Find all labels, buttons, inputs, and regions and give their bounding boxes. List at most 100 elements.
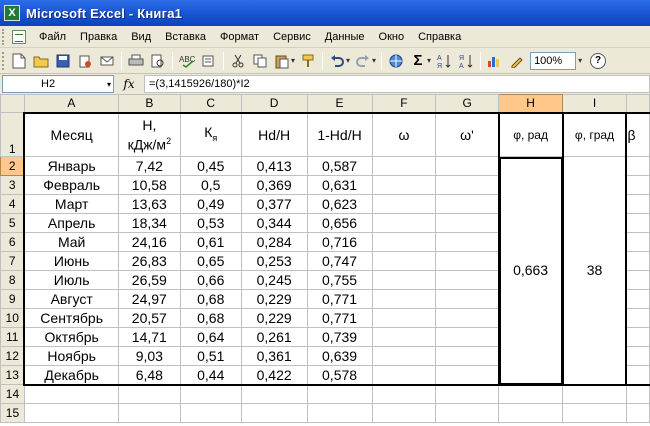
insert-function-icon[interactable]: fx — [114, 77, 144, 91]
cell-omega[interactable] — [371, 194, 437, 214]
row-header-8[interactable]: 8 — [0, 270, 25, 290]
menu-data[interactable]: Данные — [318, 27, 372, 47]
cell-hd-h[interactable]: 0,229 — [240, 308, 308, 328]
autosum-dropdown-icon[interactable]: ▾ — [427, 56, 431, 65]
cell-beta[interactable] — [625, 213, 650, 233]
row-header-9[interactable]: 9 — [0, 289, 25, 309]
cell-beta[interactable] — [625, 327, 650, 347]
cell-hd-h[interactable]: 0,422 — [240, 365, 308, 386]
row-header-4[interactable]: 4 — [0, 194, 25, 214]
cell-k[interactable]: 0,45 — [179, 156, 242, 176]
row-header-13[interactable]: 13 — [0, 365, 25, 385]
cell-1-hd-h[interactable]: 0,739 — [306, 327, 373, 347]
cell-beta[interactable] — [625, 251, 650, 271]
menu-insert[interactable]: Вставка — [158, 27, 213, 47]
cell-beta[interactable] — [625, 308, 650, 328]
cell-h[interactable]: 24,16 — [117, 232, 181, 252]
cell-1-hd-h[interactable]: 0,755 — [306, 270, 373, 290]
cell-1-hd-h[interactable]: 0,747 — [306, 251, 373, 271]
cell-omega-prime[interactable] — [435, 365, 500, 386]
column-header-i[interactable]: I — [562, 94, 627, 113]
cell-beta[interactable] — [625, 232, 650, 252]
cell-omega-prime[interactable] — [435, 251, 500, 271]
cell-h[interactable]: 14,71 — [117, 327, 181, 347]
cell-omega[interactable] — [371, 251, 437, 271]
cell[interactable] — [117, 384, 181, 404]
cell-omega[interactable] — [371, 327, 437, 347]
cell-omega-prime[interactable] — [435, 156, 500, 176]
cell-month[interactable]: Сентябрь — [23, 308, 119, 328]
cell-omega[interactable] — [371, 232, 437, 252]
cell[interactable] — [179, 384, 242, 404]
cell-hd-h[interactable]: 0,413 — [240, 156, 308, 176]
cell[interactable] — [179, 403, 242, 423]
cell-hd-h[interactable]: 0,361 — [240, 346, 308, 366]
cell-omega-prime[interactable] — [435, 270, 500, 290]
row-header-7[interactable]: 7 — [0, 251, 25, 271]
cell-1-hd-h[interactable]: 0,716 — [306, 232, 373, 252]
cell-omega-prime[interactable] — [435, 327, 500, 347]
cell-omega-prime[interactable] — [435, 232, 500, 252]
cell-month[interactable]: Февраль — [23, 175, 119, 195]
row-header-5[interactable]: 5 — [0, 213, 25, 233]
cell-month[interactable]: Октябрь — [23, 327, 119, 347]
cell-h[interactable]: 24,97 — [117, 289, 181, 309]
cell-month[interactable]: Июль — [23, 270, 119, 290]
cell-hd-h[interactable]: 0,284 — [240, 232, 308, 252]
cell-omega-prime[interactable] — [435, 194, 500, 214]
header-cell-phi-rad[interactable]: φ, рад — [497, 111, 564, 157]
cell[interactable] — [625, 384, 650, 404]
cell[interactable] — [371, 403, 437, 423]
chart-wizard-icon[interactable] — [485, 51, 505, 71]
cell-beta[interactable] — [625, 194, 650, 214]
header-cell-omega-prime[interactable]: ω' — [435, 111, 500, 157]
cell-1-hd-h[interactable]: 0,771 — [306, 308, 373, 328]
cell-month[interactable]: Август — [23, 289, 119, 309]
select-all-corner[interactable] — [0, 94, 25, 113]
menu-window[interactable]: Окно — [372, 27, 412, 47]
cell-k[interactable]: 0,66 — [179, 270, 242, 290]
menu-view[interactable]: Вид — [124, 27, 158, 47]
cell-omega-prime[interactable] — [435, 346, 500, 366]
print-preview-icon[interactable] — [148, 51, 168, 71]
cell-hd-h[interactable]: 0,377 — [240, 194, 308, 214]
cell[interactable] — [371, 384, 437, 404]
cell[interactable] — [23, 384, 119, 404]
sort-ascending-icon[interactable]: AЯ — [434, 51, 454, 71]
cell-month[interactable]: Май — [23, 232, 119, 252]
cell-k[interactable]: 0,64 — [179, 327, 242, 347]
row-header-6[interactable]: 6 — [0, 232, 25, 252]
column-header-b[interactable]: B — [117, 94, 181, 113]
column-header-d[interactable]: D — [240, 94, 308, 113]
menu-help[interactable]: Справка — [411, 27, 468, 47]
name-box[interactable]: H2 ▾ — [2, 75, 114, 93]
cell-month[interactable]: Январь — [23, 156, 119, 176]
autosum-icon[interactable]: Σ — [408, 51, 428, 71]
cell-k[interactable]: 0,53 — [179, 213, 242, 233]
cell-beta[interactable] — [625, 270, 650, 290]
cell-1-hd-h[interactable]: 0,587 — [306, 156, 373, 176]
row-header-3[interactable]: 3 — [0, 175, 25, 195]
cell-k[interactable]: 0,65 — [179, 251, 242, 271]
email-icon[interactable] — [97, 51, 117, 71]
header-cell-omega[interactable]: ω — [371, 111, 437, 157]
cell-month[interactable]: Ноябрь — [23, 346, 119, 366]
help-icon[interactable]: ? — [590, 52, 607, 69]
workbook-icon[interactable] — [12, 29, 26, 44]
new-icon[interactable] — [9, 51, 29, 71]
row-header-15[interactable]: 15 — [0, 403, 25, 423]
cell-hd-h[interactable]: 0,253 — [240, 251, 308, 271]
cell[interactable] — [23, 403, 119, 423]
row-header-2[interactable]: 2 — [0, 156, 25, 176]
cell-omega[interactable] — [371, 308, 437, 328]
cell-beta[interactable] — [625, 365, 650, 386]
row-header-14[interactable]: 14 — [0, 384, 25, 404]
drawing-icon[interactable] — [507, 51, 527, 71]
cell-hd-h[interactable]: 0,344 — [240, 213, 308, 233]
row-header-12[interactable]: 12 — [0, 346, 25, 366]
formula-input[interactable]: =(3,1415926/180)*I2 — [144, 75, 650, 93]
header-cell-phi-deg[interactable]: φ, град — [561, 111, 628, 157]
zoom-select[interactable]: 100% — [530, 51, 577, 70]
cell-1-hd-h[interactable]: 0,623 — [306, 194, 373, 214]
cell-omega[interactable] — [371, 289, 437, 309]
